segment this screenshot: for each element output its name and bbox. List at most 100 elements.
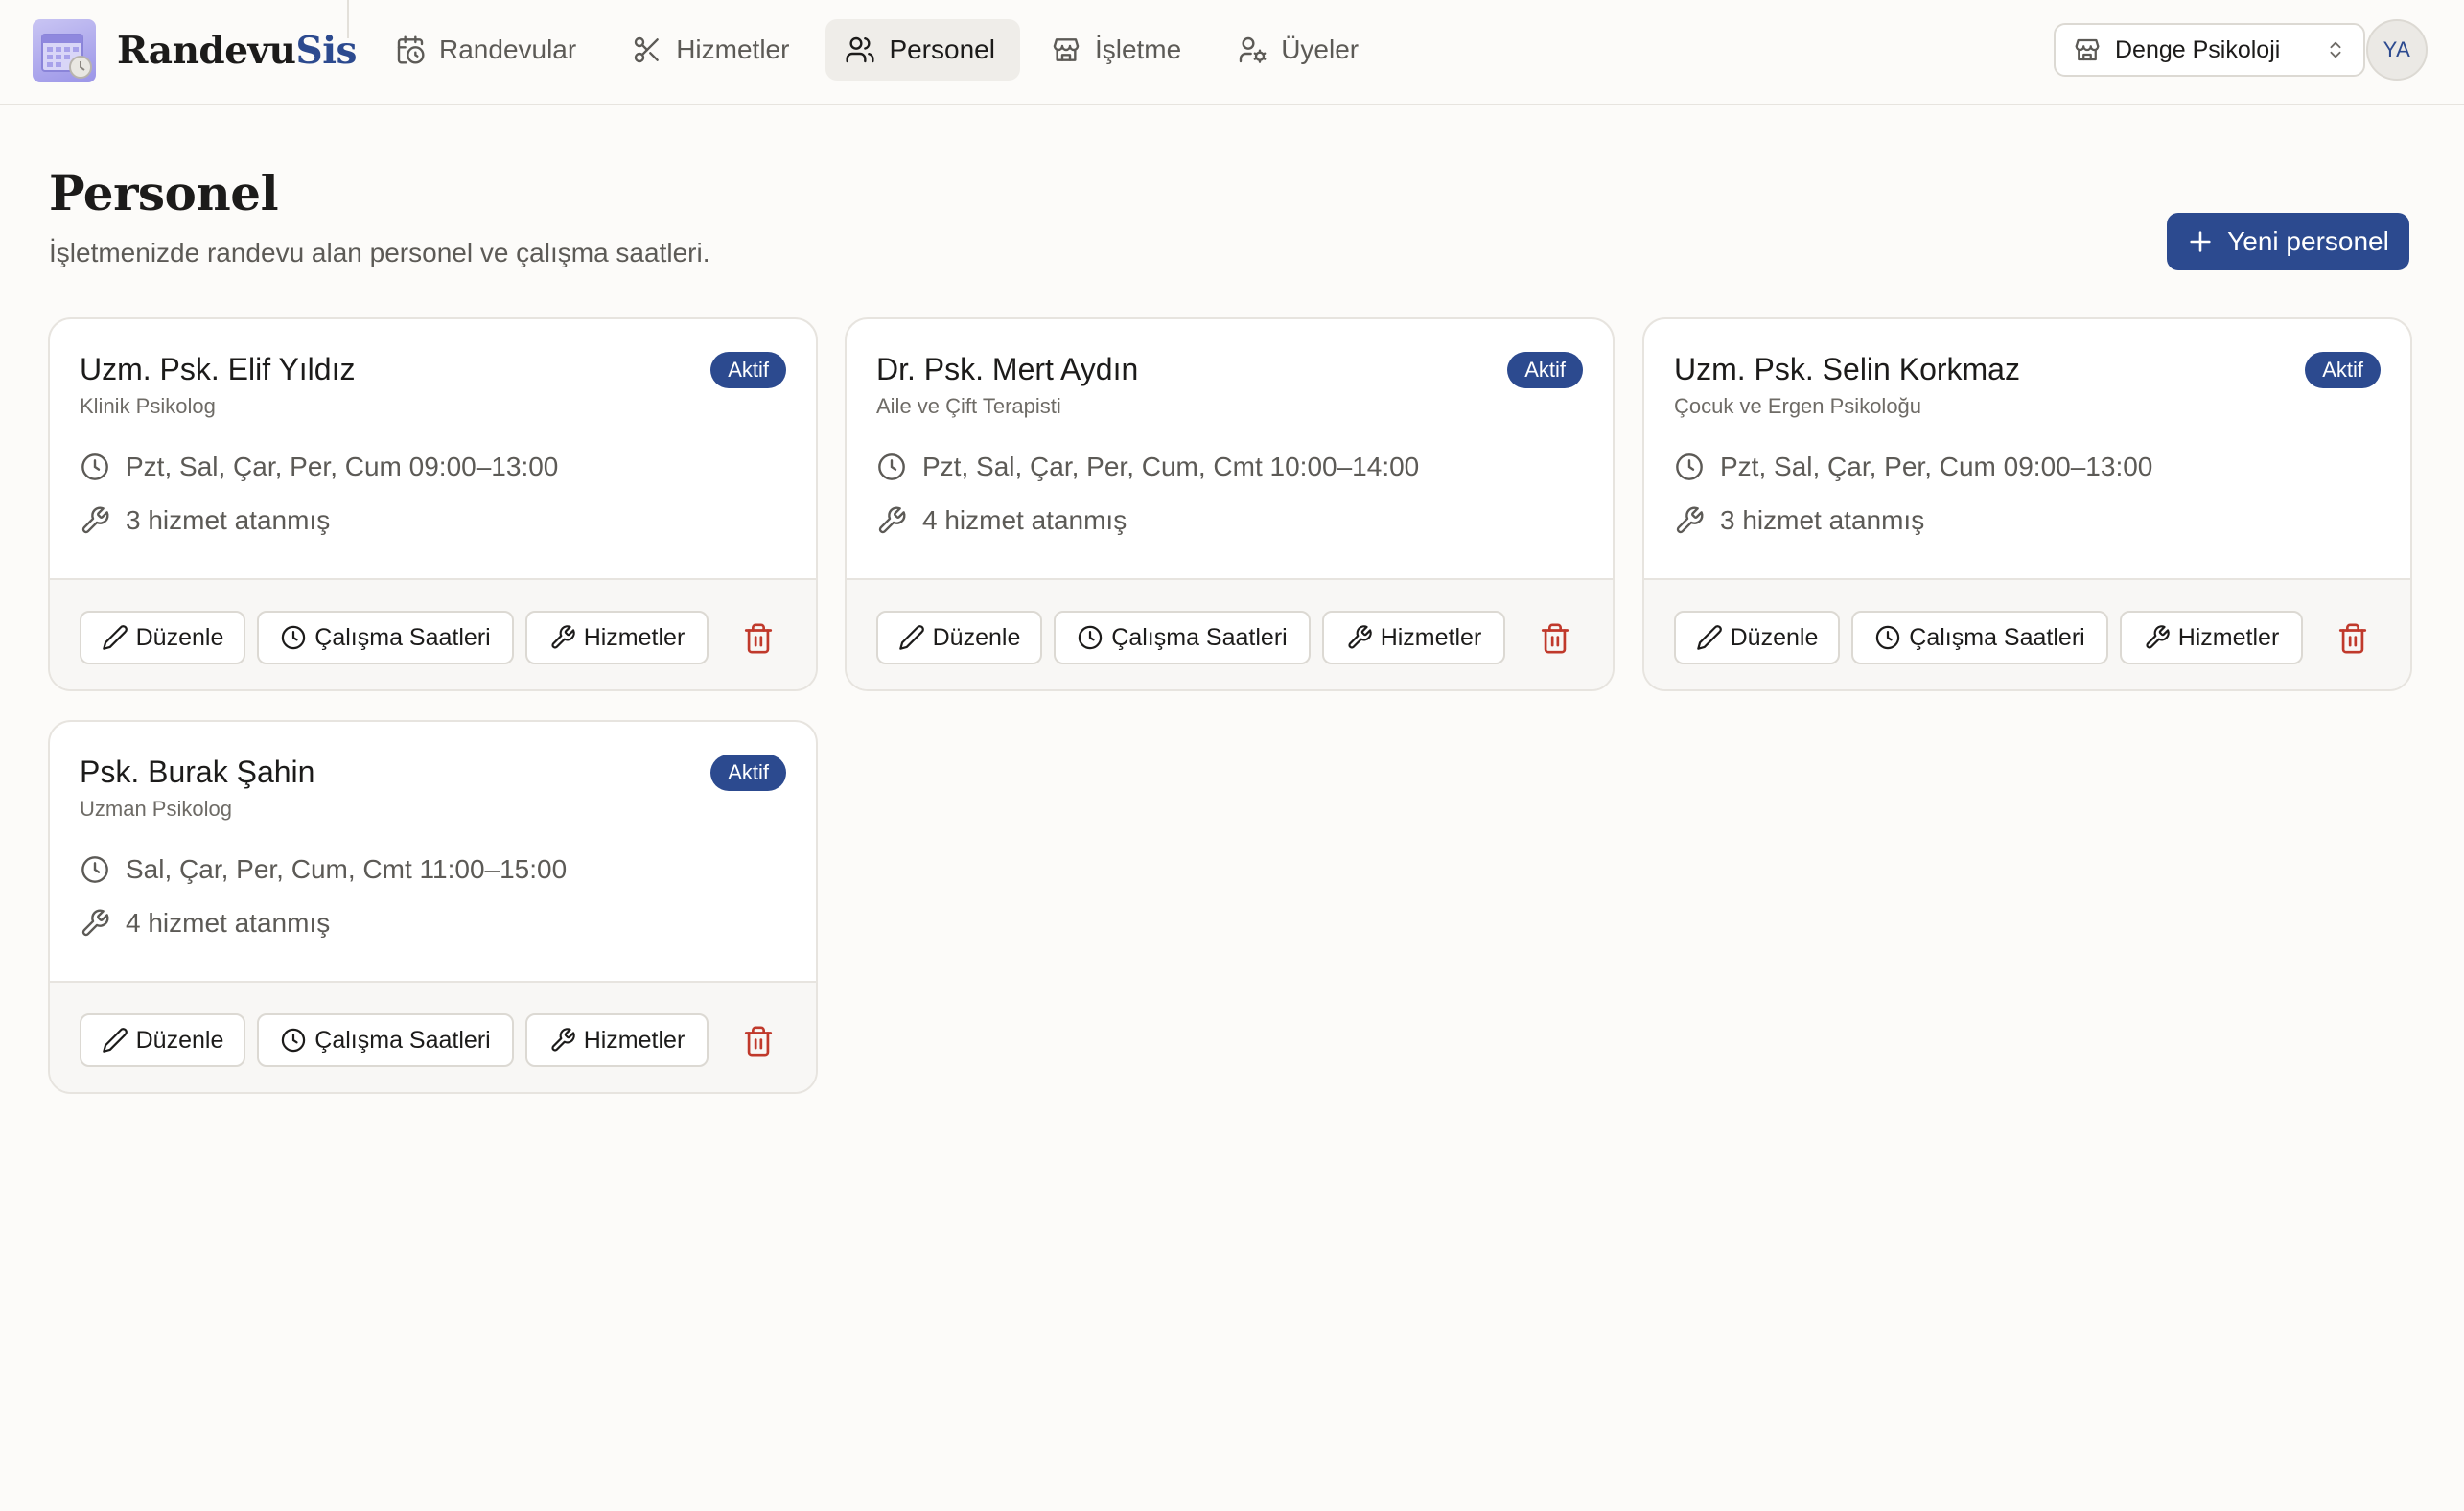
card-actions: Düzenle Çalışma Saatleri Hizmetler: [50, 578, 816, 689]
card-actions: Düzenle Çalışma Saatleri Hizmetler: [847, 578, 1613, 689]
working-hours-button-label: Çalışma Saatleri: [1111, 623, 1288, 651]
wrench-icon: [551, 625, 575, 649]
page-title: Personel: [49, 165, 279, 221]
nav-label: Hizmetler: [676, 35, 790, 64]
services-button[interactable]: Hizmetler: [525, 611, 709, 664]
edit-button[interactable]: Düzenle: [80, 611, 245, 664]
status-badge: Aktif: [2305, 352, 2381, 388]
working-hours-text: Sal, Çar, Per, Cum, Cmt 11:00–15:00: [126, 854, 568, 884]
clock-icon: [878, 453, 905, 480]
working-hours-text: Pzt, Sal, Çar, Per, Cum 09:00–13:00: [1720, 452, 2153, 481]
clock-icon: [81, 453, 108, 480]
brand-logo[interactable]: RandevuSis: [33, 19, 357, 82]
staff-role: Aile ve Çift Terapisti: [876, 394, 1061, 418]
working-hours-button[interactable]: Çalışma Saatleri: [257, 611, 514, 664]
working-hours-text: Pzt, Sal, Çar, Per, Cum, Cmt 10:00–14:00: [922, 452, 1420, 481]
users-icon: [846, 36, 874, 63]
trash-icon[interactable]: [742, 1025, 775, 1058]
staff-card: Uzm. Psk. Elif Yıldız Klinik Psikolog Ak…: [48, 317, 818, 691]
business-select[interactable]: Denge Psikoloji: [2054, 23, 2365, 77]
assigned-services-info: 4 hizmet atanmış: [80, 908, 330, 939]
services-button-label: Hizmetler: [583, 623, 686, 651]
wrench-icon: [878, 506, 906, 534]
nav-label: Personel: [889, 35, 995, 64]
trash-icon[interactable]: [742, 622, 775, 655]
calendar-logo-icon: [33, 19, 96, 82]
staff-name: Psk. Burak Şahin: [80, 755, 315, 789]
edit-button-label: Düzenle: [135, 623, 224, 651]
brand-name: RandevuSis: [117, 29, 357, 73]
edit-button-label: Düzenle: [1730, 623, 1819, 651]
working-hours-button[interactable]: Çalışma Saatleri: [1851, 611, 2108, 664]
assigned-services-info: 3 hizmet atanmış: [80, 505, 330, 536]
staff-role: Çocuk ve Ergen Psikoloğu: [1674, 394, 1922, 418]
staff-role: Klinik Psikolog: [80, 394, 216, 418]
services-button[interactable]: Hizmetler: [1322, 611, 1505, 664]
trash-icon[interactable]: [2336, 622, 2369, 655]
card-actions: Düzenle Çalışma Saatleri Hizmetler: [50, 981, 816, 1092]
nav-item-personel[interactable]: Personel: [825, 19, 1020, 81]
chevron-up-down-icon: [2330, 41, 2341, 58]
services-button-label: Hizmetler: [1380, 623, 1482, 651]
clock-icon: [1676, 453, 1703, 480]
staff-name: Uzm. Psk. Selin Korkmaz: [1674, 352, 2020, 386]
staff-role: Uzman Psikolog: [80, 797, 232, 821]
brand-divider: [347, 0, 349, 38]
store-icon: [1053, 38, 1080, 61]
nav-item-isletme[interactable]: İşletme: [1032, 19, 1206, 81]
services-button[interactable]: Hizmetler: [2120, 611, 2303, 664]
assigned-services-info: 4 hizmet atanmış: [876, 505, 1127, 536]
scissors-icon: [635, 36, 660, 63]
working-hours-button-label: Çalışma Saatleri: [1909, 623, 2085, 651]
clock-icon: [282, 1028, 306, 1053]
edit-button-label: Düzenle: [135, 1026, 224, 1054]
status-badge: Aktif: [710, 352, 786, 388]
assigned-services-text: 3 hizmet atanmış: [126, 505, 331, 535]
status-badge: Aktif: [710, 755, 786, 791]
pencil-icon: [102, 625, 128, 650]
page-subtitle: İşletmenizde randevu alan personel ve ça…: [49, 238, 710, 267]
plus-icon: [2190, 231, 2211, 252]
services-button-label: Hizmetler: [2177, 623, 2280, 651]
edit-button[interactable]: Düzenle: [80, 1013, 245, 1067]
staff-name: Dr. Psk. Mert Aydın: [876, 352, 1139, 386]
new-staff-button[interactable]: Yeni personel: [2167, 213, 2409, 270]
edit-button[interactable]: Düzenle: [876, 611, 1042, 664]
working-hours-button-label: Çalışma Saatleri: [314, 1026, 491, 1054]
working-hours-button[interactable]: Çalışma Saatleri: [1054, 611, 1311, 664]
nav-label: Randevular: [439, 35, 577, 64]
trash-icon[interactable]: [1539, 622, 1571, 655]
assigned-services-text: 3 hizmet atanmış: [1720, 505, 1925, 535]
assigned-services-text: 4 hizmet atanmış: [922, 505, 1127, 535]
pencil-icon: [1696, 625, 1722, 650]
clock-icon: [1079, 625, 1103, 650]
business-select-label: Denge Psikoloji: [2115, 35, 2281, 63]
nav-label: Üyeler: [1281, 35, 1360, 64]
clock-icon: [81, 856, 108, 883]
clock-icon: [282, 625, 306, 650]
nav-item-uyeler[interactable]: Üyeler: [1218, 19, 1383, 81]
assigned-services-text: 4 hizmet atanmış: [126, 908, 331, 938]
wrench-icon: [551, 1028, 575, 1052]
edit-button[interactable]: Düzenle: [1674, 611, 1840, 664]
user-avatar[interactable]: YA: [2366, 19, 2428, 81]
new-staff-button-label: Yeni personel: [2227, 226, 2389, 256]
working-hours-button-label: Çalışma Saatleri: [314, 623, 491, 651]
pencil-icon: [102, 1028, 128, 1053]
nav-label: İşletme: [1094, 35, 1182, 64]
assigned-services-info: 3 hizmet atanmış: [1674, 505, 1924, 536]
clock-icon: [1876, 625, 1900, 650]
working-hours-button[interactable]: Çalışma Saatleri: [257, 1013, 514, 1067]
top-navigation-bar: RandevuSis Randevular Hizmetler Personel: [0, 0, 2464, 105]
nav-item-hizmetler[interactable]: Hizmetler: [613, 19, 814, 81]
working-hours-info: Sal, Çar, Per, Cum, Cmt 11:00–15:00: [80, 854, 567, 885]
edit-button-label: Düzenle: [932, 623, 1021, 651]
main-nav: Randevular Hizmetler Personel İşletme Üy…: [376, 19, 1383, 81]
user-cog-icon: [1240, 36, 1267, 63]
services-button[interactable]: Hizmetler: [525, 1013, 709, 1067]
wrench-icon: [1676, 506, 1704, 534]
staff-card: Psk. Burak Şahin Uzman Psikolog Aktif Sa…: [48, 720, 818, 1094]
calendar-clock-icon: [397, 35, 425, 64]
nav-item-randevular[interactable]: Randevular: [376, 19, 601, 81]
wrench-icon: [1348, 625, 1372, 649]
